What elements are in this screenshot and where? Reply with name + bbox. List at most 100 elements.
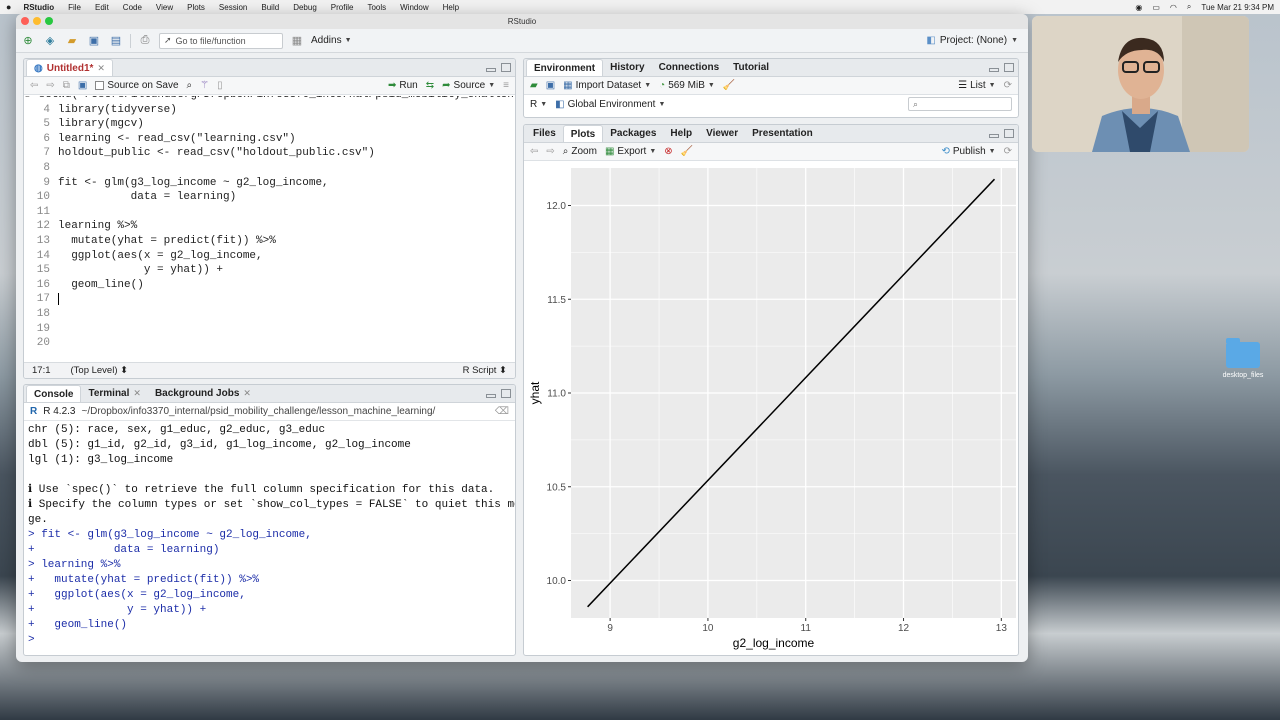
close-icon[interactable]: ✕ bbox=[97, 60, 105, 77]
code-line[interactable]: 6 learning <- read_csv("learning.csv") bbox=[24, 132, 515, 147]
menu-app-name[interactable]: RStudio bbox=[23, 3, 54, 12]
show-in-window-icon[interactable]: ⧉ bbox=[63, 80, 70, 91]
search-icon[interactable]: ⌕ bbox=[187, 80, 193, 91]
menu-session[interactable]: Session bbox=[219, 3, 247, 12]
battery-icon[interactable]: ▭ bbox=[1152, 3, 1160, 12]
menu-edit[interactable]: Edit bbox=[95, 3, 109, 12]
publish-button[interactable]: ⟲ Publish ▼ bbox=[941, 146, 995, 157]
memory-usage-button[interactable]: ◔ 569 MiB ▼ bbox=[659, 80, 715, 91]
tab-environment[interactable]: Environment bbox=[526, 59, 604, 76]
refresh-icon[interactable]: ⟳ bbox=[1004, 80, 1012, 91]
tab-presentation[interactable]: Presentation bbox=[745, 125, 820, 142]
zoom-button[interactable]: ⌕ Zoom bbox=[563, 146, 597, 157]
save-icon[interactable]: ▣ bbox=[86, 34, 102, 48]
tab-plots[interactable]: Plots bbox=[562, 125, 604, 142]
tab-terminal[interactable]: Terminal ✕ bbox=[81, 385, 147, 402]
tab-viewer[interactable]: Viewer bbox=[699, 125, 745, 142]
forward-arrow-icon[interactable]: ⇨ bbox=[46, 80, 54, 91]
menu-debug[interactable]: Debug bbox=[293, 3, 317, 12]
save-icon[interactable]: ▣ bbox=[78, 80, 87, 91]
maximize-pane-icon[interactable] bbox=[1004, 129, 1014, 138]
minimize-pane-icon[interactable] bbox=[486, 394, 496, 398]
source-button[interactable]: ➦ Source ▼ bbox=[442, 80, 495, 91]
code-line[interactable]: 19 bbox=[24, 322, 515, 337]
apple-icon[interactable]: ● bbox=[6, 2, 11, 12]
zoom-window-button[interactable] bbox=[45, 17, 53, 25]
scope-selector[interactable]: (Top Level) ⬍ bbox=[71, 365, 129, 376]
tab-console[interactable]: Console bbox=[26, 385, 82, 402]
tab-help[interactable]: Help bbox=[663, 125, 699, 142]
export-button[interactable]: ▦ Export ▼ bbox=[605, 146, 656, 157]
code-line[interactable]: 14 ggplot(aes(x = g2_log_income, bbox=[24, 249, 515, 264]
code-line[interactable]: 3setwd("/Users/iltundberg/Dropbox/info33… bbox=[24, 96, 515, 103]
code-line[interactable]: 20 bbox=[24, 336, 515, 351]
code-line[interactable]: 15 y = yhat)) + bbox=[24, 263, 515, 278]
back-arrow-icon[interactable]: ⇦ bbox=[30, 80, 38, 91]
clear-console-icon[interactable]: ⌫ bbox=[495, 406, 509, 417]
maximize-pane-icon[interactable] bbox=[1004, 63, 1014, 72]
code-line[interactable]: 11 bbox=[24, 205, 515, 220]
project-menu[interactable]: ◧ Project: (None) ▼ bbox=[926, 35, 1024, 46]
menu-view[interactable]: View bbox=[156, 3, 173, 12]
scope-selector[interactable]: ◧ Global Environment ▼ bbox=[555, 99, 665, 110]
working-directory[interactable]: ~/Dropbox/info3370_internal/psid_mobilit… bbox=[81, 406, 435, 417]
goto-file-input[interactable]: ➚ Go to file/function bbox=[159, 32, 283, 49]
tab-tutorial[interactable]: Tutorial bbox=[726, 59, 776, 76]
record-icon[interactable]: ◉ bbox=[1135, 3, 1142, 12]
remove-plot-icon[interactable]: ⊗ bbox=[664, 146, 672, 157]
source-on-save-checkbox[interactable]: Source on Save bbox=[95, 80, 179, 91]
run-button[interactable]: ➡ Run bbox=[388, 80, 418, 91]
code-line[interactable]: 5 library(mgcv) bbox=[24, 117, 515, 132]
code-line[interactable]: 18 bbox=[24, 307, 515, 322]
menu-plots[interactable]: Plots bbox=[187, 3, 205, 12]
import-dataset-button[interactable]: ▦ Import Dataset ▼ bbox=[563, 80, 651, 91]
tab-packages[interactable]: Packages bbox=[603, 125, 663, 142]
close-window-button[interactable] bbox=[21, 17, 29, 25]
menu-profile[interactable]: Profile bbox=[331, 3, 354, 12]
minimize-pane-icon[interactable] bbox=[486, 68, 496, 72]
desktop-folder[interactable]: desktop_files bbox=[1218, 338, 1268, 379]
refresh-icon[interactable]: ⟳ bbox=[1004, 146, 1012, 157]
code-line[interactable]: 17 bbox=[24, 292, 515, 307]
code-area[interactable]: 3setwd("/Users/iltundberg/Dropbox/info33… bbox=[24, 96, 515, 362]
console-output[interactable]: chr (5): race, sex, g1_educ, g2_educ, g3… bbox=[24, 421, 515, 650]
minimize-pane-icon[interactable] bbox=[989, 134, 999, 138]
next-plot-icon[interactable]: ⇨ bbox=[546, 146, 554, 157]
minimize-window-button[interactable] bbox=[33, 17, 41, 25]
menu-tools[interactable]: Tools bbox=[367, 3, 386, 12]
menu-build[interactable]: Build bbox=[261, 3, 279, 12]
maximize-pane-icon[interactable] bbox=[501, 63, 511, 72]
code-line[interactable]: 8 bbox=[24, 161, 515, 176]
close-icon[interactable]: ✕ bbox=[243, 385, 251, 402]
open-file-icon[interactable]: ▰ bbox=[64, 34, 80, 48]
tab-background-jobs[interactable]: Background Jobs ✕ bbox=[148, 385, 258, 402]
tab-files[interactable]: Files bbox=[526, 125, 563, 142]
save-workspace-icon[interactable]: ▣ bbox=[546, 80, 555, 91]
code-line[interactable]: 16 geom_line() bbox=[24, 278, 515, 293]
broom-icon[interactable]: 🧹 bbox=[723, 80, 735, 91]
code-line[interactable]: 4 library(tidyverse) bbox=[24, 103, 515, 118]
language-selector[interactable]: R ▼ bbox=[530, 99, 547, 110]
broom-icon[interactable]: 🧹 bbox=[681, 146, 693, 157]
prev-plot-icon[interactable]: ⇦ bbox=[530, 146, 538, 157]
clock[interactable]: Tue Mar 21 9:34 PM bbox=[1201, 3, 1274, 12]
print-icon[interactable]: ⎙ bbox=[137, 34, 153, 48]
code-line[interactable]: 12 learning %>% bbox=[24, 219, 515, 234]
tab-untitled1[interactable]: ◍ Untitled1* ✕ bbox=[26, 59, 113, 76]
env-search-input[interactable]: ⌕ bbox=[908, 97, 1012, 111]
tab-history[interactable]: History bbox=[603, 59, 651, 76]
menu-help[interactable]: Help bbox=[443, 3, 459, 12]
grid-layout-icon[interactable]: ▦ bbox=[289, 34, 305, 48]
magic-wand-icon[interactable]: ⚚ bbox=[200, 80, 209, 91]
save-all-icon[interactable]: ▤ bbox=[108, 34, 124, 48]
code-line[interactable]: 7 holdout_public <- read_csv("holdout_pub… bbox=[24, 146, 515, 161]
minimize-pane-icon[interactable] bbox=[989, 68, 999, 72]
close-icon[interactable]: ✕ bbox=[133, 385, 141, 402]
maximize-pane-icon[interactable] bbox=[501, 389, 511, 398]
menu-window[interactable]: Window bbox=[400, 3, 428, 12]
outline-icon[interactable]: ≡ bbox=[503, 80, 509, 91]
addins-menu[interactable]: Addins ▼ bbox=[311, 35, 352, 46]
file-type-selector[interactable]: R Script ⬍ bbox=[463, 365, 507, 376]
compile-report-icon[interactable]: ▯ bbox=[217, 80, 223, 91]
new-file-icon[interactable]: ⊕ bbox=[20, 34, 36, 48]
